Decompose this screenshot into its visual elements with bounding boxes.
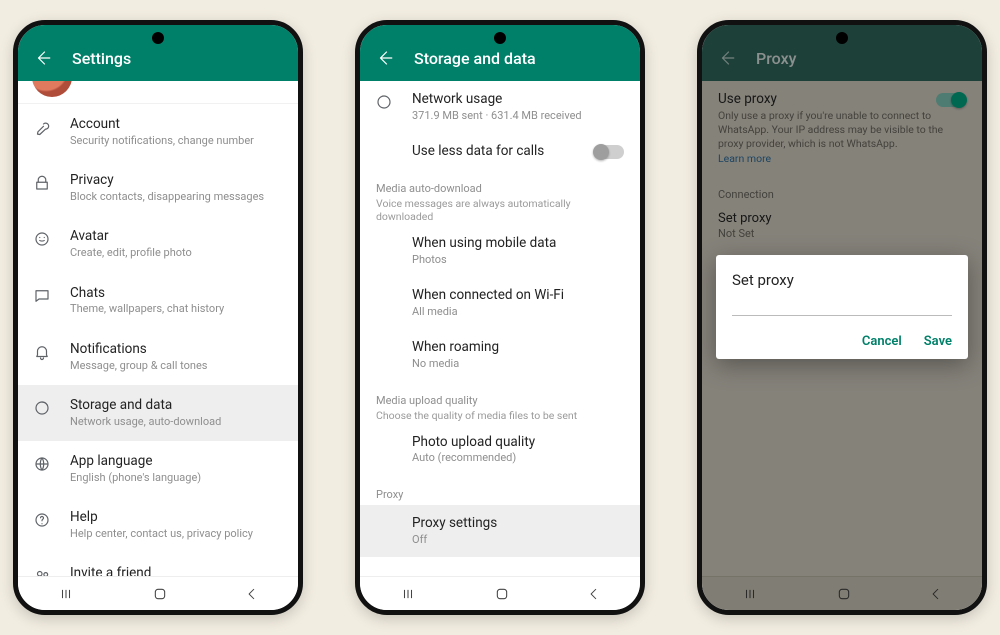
people-icon [32,567,52,576]
settings-item-label: Chats [70,285,282,302]
appbar-title: Settings [72,49,131,68]
home-button[interactable] [152,586,168,602]
settings-item-sub: Security notifications, change number [70,134,282,148]
system-navbar [360,576,640,610]
settings-item-sub: Create, edit, profile photo [70,246,282,260]
row-sub: All media [412,305,624,319]
row-label: When using mobile data [412,235,624,252]
mad-wifi-row[interactable]: When connected on Wi-Fi All media [360,277,640,329]
recents-button[interactable] [57,587,75,601]
globe-icon [32,455,52,473]
bell-icon [32,343,52,361]
settings-item-help[interactable]: Help Help center, contact us, privacy po… [18,497,298,553]
profile-avatar-peek[interactable] [34,81,282,95]
use-less-data-row[interactable]: Use less data for calls [360,133,640,170]
settings-item-avatar[interactable]: Avatar Create, edit, profile photo [18,216,298,272]
camera-notch [494,32,506,44]
photo-upload-quality-row[interactable]: Photo upload quality Auto (recommended) [360,424,640,476]
back-button[interactable] [587,587,601,601]
network-usage-row[interactable]: Network usage 371.9 MB sent · 631.4 MB r… [360,81,640,133]
home-button[interactable] [494,586,510,602]
mad-mobile-row[interactable]: When using mobile data Photos [360,225,640,277]
system-navbar [18,576,298,610]
phone-settings: Settings Account Security notifications,… [13,20,303,615]
section-header: Proxy [376,488,624,501]
face-icon [32,230,52,248]
settings-item-language[interactable]: App language English (phone's language) [18,441,298,497]
settings-item-privacy[interactable]: Privacy Block contacts, disappearing mes… [18,160,298,216]
section-header: Media upload quality [376,394,624,407]
settings-item-label: Avatar [70,228,282,245]
lock-icon [32,174,52,192]
phone-proxy: Proxy Use proxy Only use a proxy if you'… [697,20,987,615]
row-label: Use less data for calls [412,143,576,160]
dialog-title: Set proxy [732,271,952,289]
section-header: Media auto-download [376,182,624,195]
section-proxy: Proxy [360,476,640,505]
row-sub: No media [412,357,624,371]
settings-item-label: Help [70,509,282,526]
key-icon [32,118,52,136]
recents-button[interactable] [399,587,417,601]
section-media-upload-quality: Media upload quality Choose the quality … [360,382,640,424]
settings-item-sub: Theme, wallpapers, chat history [70,302,282,316]
row-label: When roaming [412,339,624,356]
row-sub: Photos [412,253,624,267]
settings-item-invite[interactable]: Invite a friend [18,553,298,576]
proxy-settings-row[interactable]: Proxy settings Off [360,505,640,557]
settings-item-account[interactable]: Account Security notifications, change n… [18,104,298,160]
row-label: Photo upload quality [412,434,624,451]
use-less-data-toggle[interactable] [594,145,624,159]
section-media-auto-download: Media auto-download Voice messages are a… [360,170,640,225]
camera-notch [836,32,848,44]
proxy-address-input[interactable] [732,315,952,316]
row-sub: Auto (recommended) [412,451,624,465]
row-label: When connected on Wi-Fi [412,287,624,304]
settings-item-sub: Message, group & call tones [70,359,282,373]
appbar-title: Storage and data [414,49,536,68]
settings-item-label: Privacy [70,172,282,189]
back-button[interactable] [245,587,259,601]
set-proxy-dialog: Set proxy Cancel Save [716,255,968,359]
settings-item-sub: Network usage, auto-download [70,415,282,429]
dialog-cancel-button[interactable]: Cancel [862,334,902,349]
help-icon [32,511,52,529]
settings-item-label: Account [70,116,282,133]
row-sub: Off [412,533,624,547]
settings-item-storage[interactable]: Storage and data Network usage, auto-dow… [18,385,298,441]
settings-item-label: Storage and data [70,397,282,414]
row-label: Network usage [412,91,624,108]
data-usage-icon [32,399,52,417]
section-note: Voice messages are always automatically … [376,197,624,223]
camera-notch [152,32,164,44]
dialog-save-button[interactable]: Save [924,334,952,349]
back-icon[interactable] [34,49,52,67]
settings-item-sub: Block contacts, disappearing messages [70,190,282,204]
data-usage-icon [374,93,394,111]
settings-item-sub: English (phone's language) [70,471,282,485]
settings-item-label: Invite a friend [70,565,282,576]
settings-item-sub: Help center, contact us, privacy policy [70,527,282,541]
settings-item-label: App language [70,453,282,470]
mad-roaming-row[interactable]: When roaming No media [360,329,640,381]
row-sub: 371.9 MB sent · 631.4 MB received [412,109,624,123]
settings-item-chats[interactable]: Chats Theme, wallpapers, chat history [18,273,298,329]
chat-icon [32,287,52,305]
row-label: Proxy settings [412,515,624,532]
settings-item-notifications[interactable]: Notifications Message, group & call tone… [18,329,298,385]
phone-storage: Storage and data Network usage 371.9 MB … [355,20,645,615]
back-icon[interactable] [376,49,394,67]
settings-item-label: Notifications [70,341,282,358]
section-note: Choose the quality of media files to be … [376,409,624,422]
